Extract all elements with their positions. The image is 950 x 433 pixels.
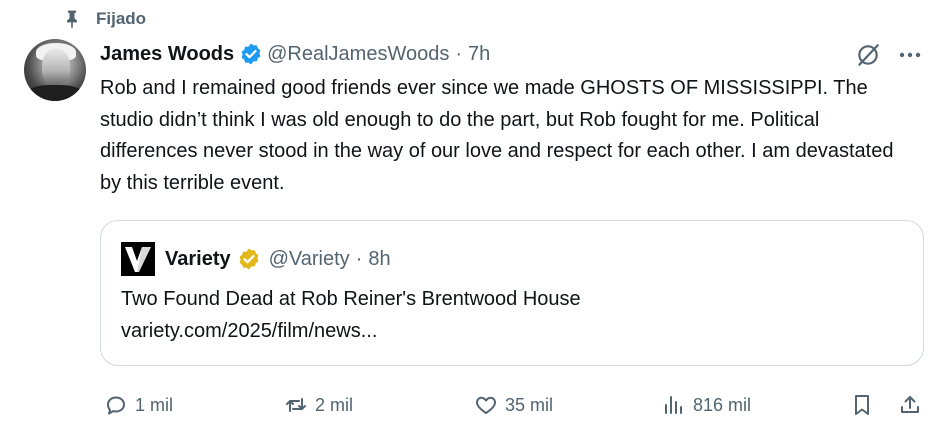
repost-button[interactable]: 2 mil bbox=[284, 390, 353, 420]
quoted-tweet-header: Variety @Variety · 8h bbox=[121, 242, 391, 276]
like-button[interactable]: 35 mil bbox=[474, 390, 553, 420]
views-count: 816 mil bbox=[693, 394, 752, 415]
pin-icon bbox=[67, 10, 77, 29]
bookmark-button[interactable] bbox=[850, 390, 874, 420]
tweet-header: James Woods @RealJamesWoods · 7h bbox=[100, 40, 490, 68]
action-bar: 1 mil 2 mil 35 mil 816 mil bbox=[0, 390, 950, 420]
tweet-text: Rob and I remained good friends ever sin… bbox=[100, 77, 894, 194]
quoted-tweet-card[interactable]: Variety @Variety · 8h Two Found Dead at … bbox=[100, 220, 924, 366]
quoted-separator-dot: · bbox=[355, 247, 363, 270]
quoted-author-name[interactable]: Variety bbox=[165, 248, 231, 271]
quoted-tweet-text: Two Found Dead at Rob Reiner's Brentwood… bbox=[121, 288, 581, 310]
author-name[interactable]: James Woods bbox=[100, 43, 234, 66]
verified-badge-icon[interactable] bbox=[239, 42, 263, 66]
author-handle[interactable]: @RealJamesWoods bbox=[267, 43, 449, 66]
views-button[interactable]: 816 mil bbox=[662, 390, 751, 420]
pinned-label: Fijado bbox=[96, 9, 147, 28]
variety-logo-icon[interactable] bbox=[121, 242, 155, 276]
more-icon[interactable] bbox=[897, 44, 923, 66]
repost-icon bbox=[286, 398, 306, 412]
views-icon bbox=[665, 396, 682, 414]
quoted-author-handle[interactable]: @Variety bbox=[269, 248, 350, 271]
gold-verified-badge-icon bbox=[239, 248, 259, 270]
quoted-tweet-time[interactable]: 8h bbox=[368, 248, 390, 271]
like-count: 35 mil bbox=[505, 394, 554, 415]
grok-icon[interactable] bbox=[855, 42, 881, 68]
tweet-time[interactable]: 7h bbox=[468, 43, 490, 66]
reply-icon bbox=[107, 396, 125, 415]
like-icon bbox=[476, 396, 496, 414]
reply-count: 1 mil bbox=[135, 394, 174, 415]
separator-dot: · bbox=[455, 42, 463, 65]
reply-button[interactable]: 1 mil bbox=[104, 390, 173, 420]
quoted-tweet-link[interactable]: variety.com/2025/film/news... bbox=[121, 320, 377, 343]
repost-count: 2 mil bbox=[315, 394, 354, 415]
share-button[interactable] bbox=[898, 390, 922, 420]
pinned-indicator: Fijado bbox=[62, 8, 146, 30]
avatar[interactable] bbox=[24, 39, 86, 101]
bookmark-icon bbox=[855, 395, 869, 415]
share-icon bbox=[901, 396, 919, 413]
